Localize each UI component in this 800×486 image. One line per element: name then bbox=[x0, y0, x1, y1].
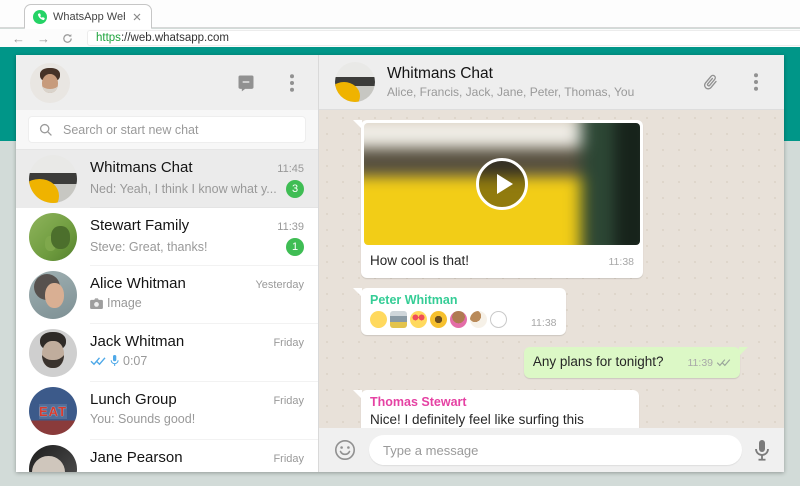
emoji-row bbox=[370, 309, 507, 329]
chat-name: Stewart Family bbox=[90, 217, 271, 234]
chat-preview: Steve: Great, thanks! bbox=[90, 240, 280, 254]
whatsapp-favicon-icon bbox=[33, 10, 47, 24]
chat-name: Jane Pearson bbox=[90, 449, 267, 466]
conversation-title: Whitmans Chat bbox=[387, 65, 634, 83]
search-row bbox=[16, 110, 318, 150]
chat-time: Yesterday bbox=[255, 279, 304, 291]
chat-preview: Ned: Yeah, I think I know what y... bbox=[90, 182, 280, 196]
emoji-picker-icon[interactable] bbox=[333, 438, 357, 462]
voice-mic-icon bbox=[110, 355, 119, 367]
message-bubble-peter: Peter Whitman 11:38 bbox=[361, 288, 566, 335]
chat-time: Friday bbox=[273, 453, 304, 465]
voice-record-mic-icon[interactable] bbox=[754, 439, 770, 461]
chat-list-item-jack-whitman[interactable]: Jack Whitman Friday 0:07 bbox=[16, 324, 318, 382]
chat-preview-text: 0:07 bbox=[123, 354, 147, 368]
message-video-bubble: How cool is that! 11:38 bbox=[361, 120, 643, 278]
message-text: Any plans for tonight? bbox=[533, 353, 664, 371]
video-thumbnail-tram bbox=[364, 123, 640, 245]
thought-balloon-emoji-icon bbox=[490, 311, 507, 328]
my-profile-avatar[interactable] bbox=[30, 63, 70, 103]
browser-toolbar: ← → https://web.whatsapp.com bbox=[0, 29, 800, 47]
conversation-pane: Whitmans Chat Alice, Francis, Jack, Jane… bbox=[319, 55, 784, 472]
browser-tab[interactable]: WhatsApp Web bbox=[24, 4, 152, 29]
chat-time: Friday bbox=[273, 395, 304, 407]
message-list: How cool is that! 11:38 Peter Whitman bbox=[319, 110, 784, 428]
message-bubble-outgoing: Any plans for tonight? 11:39 bbox=[524, 347, 740, 378]
reload-icon[interactable] bbox=[62, 33, 73, 44]
search-box[interactable] bbox=[28, 116, 306, 143]
conversation-header: Whitmans Chat Alice, Francis, Jack, Jane… bbox=[319, 55, 784, 110]
tab-close-icon[interactable] bbox=[131, 11, 143, 23]
relieved-face-emoji-icon bbox=[370, 311, 387, 328]
heart-eyes-emoji-icon bbox=[410, 311, 427, 328]
chat-list-item-jane-pearson[interactable]: Jane Pearson Friday bbox=[16, 440, 318, 472]
new-chat-icon[interactable] bbox=[234, 71, 258, 95]
double-check-read-icon bbox=[90, 356, 106, 366]
message-text: How cool is that! bbox=[370, 252, 469, 270]
sidebar: Whitmans Chat 11:45 Ned: Yeah, I think I… bbox=[16, 55, 319, 472]
chat-list: Whitmans Chat 11:45 Ned: Yeah, I think I… bbox=[16, 150, 318, 472]
back-icon[interactable]: ← bbox=[12, 32, 25, 45]
bubble-tail bbox=[739, 347, 748, 356]
chat-name: Lunch Group bbox=[90, 391, 267, 408]
chat-preview: You: Sounds good! bbox=[90, 412, 304, 426]
message-time: 11:38 bbox=[609, 256, 635, 268]
message-input[interactable] bbox=[369, 435, 742, 465]
sidebar-menu-kebab-icon[interactable] bbox=[280, 71, 304, 95]
bubble-tail bbox=[353, 288, 362, 297]
sidebar-header bbox=[16, 55, 318, 110]
tab-title: WhatsApp Web bbox=[53, 11, 125, 23]
conversation-avatar[interactable] bbox=[335, 62, 375, 102]
sunflower-emoji-icon bbox=[430, 311, 447, 328]
chat-name: Whitmans Chat bbox=[90, 159, 271, 176]
chat-list-item-alice-whitman[interactable]: Alice Whitman Yesterday Image bbox=[16, 266, 318, 324]
play-button-icon[interactable] bbox=[476, 158, 528, 210]
whatsapp-app-window: Whitmans Chat 11:45 Ned: Yeah, I think I… bbox=[16, 55, 784, 472]
chat-time: 11:39 bbox=[277, 221, 304, 233]
avatar-text: EAT bbox=[39, 404, 67, 419]
search-input[interactable] bbox=[63, 123, 295, 137]
avatar bbox=[29, 445, 77, 472]
attach-paperclip-icon[interactable] bbox=[698, 70, 722, 94]
person-tipping-hand-emoji-icon bbox=[450, 311, 467, 328]
bubble-tail bbox=[353, 390, 362, 399]
chat-time: 11:45 bbox=[277, 163, 304, 175]
url-scheme: https bbox=[96, 32, 121, 44]
chat-list-item-stewart-family[interactable]: Stewart Family 11:39 Steve: Great, thank… bbox=[16, 208, 318, 266]
bubble-tail bbox=[353, 120, 362, 129]
conversation-menu-kebab-icon[interactable] bbox=[744, 70, 768, 94]
unread-badge: 3 bbox=[286, 180, 304, 198]
chat-list-item-whitmans-chat[interactable]: Whitmans Chat 11:45 Ned: Yeah, I think I… bbox=[16, 150, 318, 208]
message-author: Thomas Stewart bbox=[370, 395, 630, 409]
avatar: EAT bbox=[29, 387, 77, 435]
tram-emoji-icon bbox=[390, 311, 407, 328]
address-bar[interactable]: https://web.whatsapp.com bbox=[87, 30, 800, 46]
composer-bar bbox=[319, 428, 784, 472]
delivered-double-check-icon bbox=[716, 358, 731, 367]
conversation-participants: Alice, Francis, Jack, Jane, Peter, Thoma… bbox=[387, 85, 634, 99]
avatar bbox=[29, 329, 77, 377]
chat-name: Jack Whitman bbox=[90, 333, 267, 350]
message-author: Peter Whitman bbox=[370, 293, 557, 307]
browser-tab-strip: WhatsApp Web bbox=[0, 0, 800, 28]
chat-list-item-lunch-group[interactable]: EAT Lunch Group Friday You: Sounds good! bbox=[16, 382, 318, 440]
avatar bbox=[29, 271, 77, 319]
message-time: 11:38 bbox=[531, 317, 557, 329]
forward-icon[interactable]: → bbox=[37, 32, 50, 45]
whatsapp-web-browser-window: WhatsApp Web ← → https://web.whatsapp.co… bbox=[0, 0, 800, 486]
search-icon bbox=[39, 123, 53, 137]
message-time: 11:39 bbox=[688, 357, 714, 369]
avatar bbox=[29, 213, 77, 261]
camera-icon bbox=[90, 298, 103, 309]
chat-preview-text: Image bbox=[107, 296, 142, 310]
unread-badge: 1 bbox=[286, 238, 304, 256]
message-bubble-thomas: Thomas Stewart Nice! I definitely feel l… bbox=[361, 390, 639, 428]
avatar bbox=[29, 155, 77, 203]
url-text: ://web.whatsapp.com bbox=[121, 32, 229, 44]
dog-face-emoji-icon bbox=[470, 311, 487, 328]
chat-time: Friday bbox=[273, 337, 304, 349]
chat-name: Alice Whitman bbox=[90, 275, 249, 292]
message-text: Nice! I definitely feel like surfing thi… bbox=[370, 411, 630, 428]
